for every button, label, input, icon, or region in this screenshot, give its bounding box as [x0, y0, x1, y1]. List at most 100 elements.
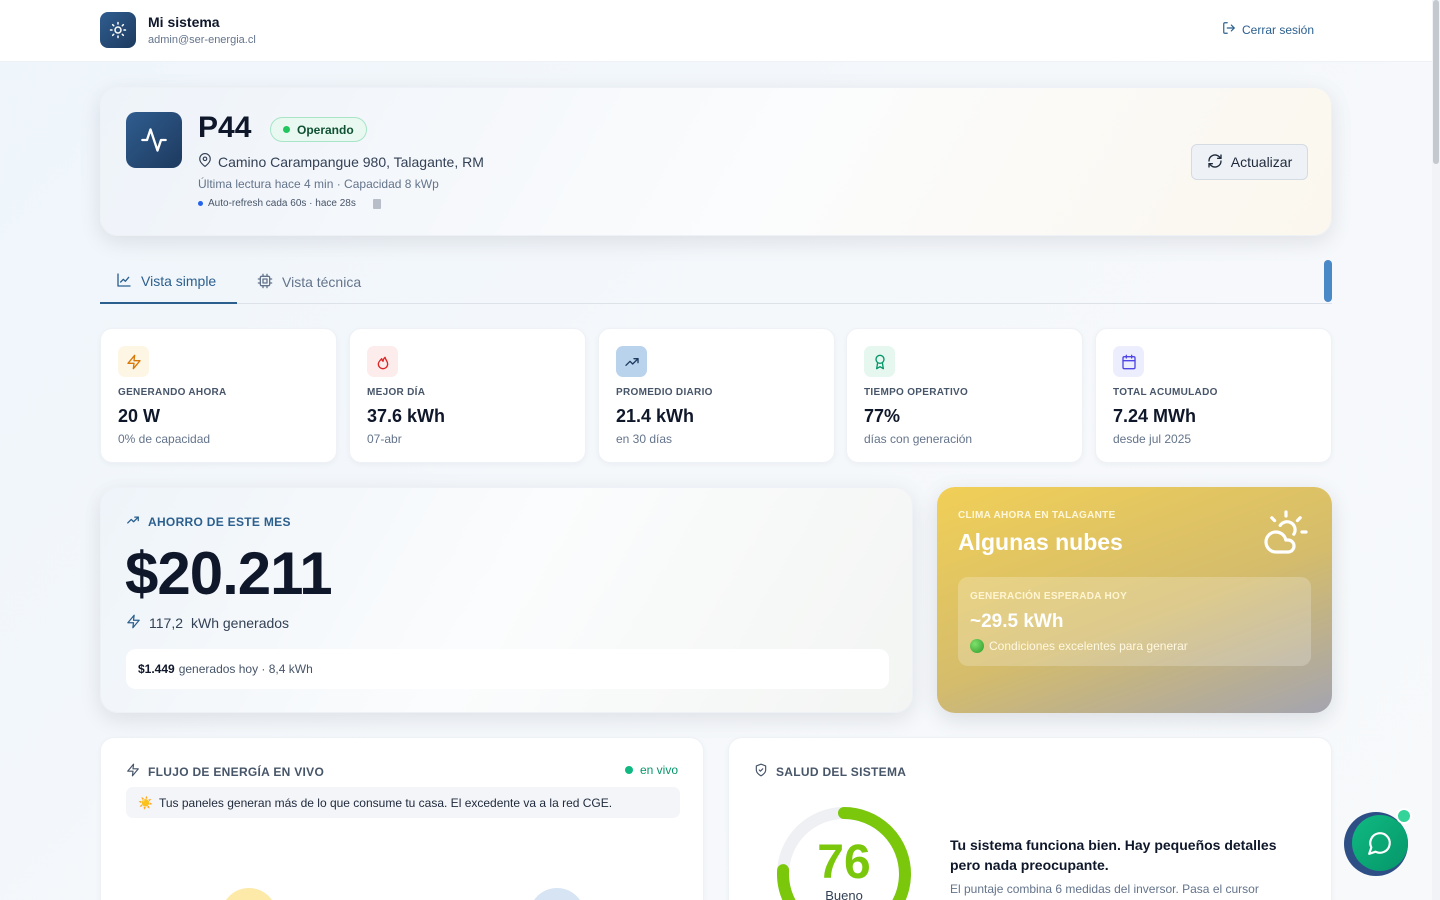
- top-bar: Mi sistema admin@ser-energia.cl Cerrar s…: [0, 0, 1432, 62]
- refresh-dot: [198, 201, 203, 206]
- expected-note: Condiciones excelentes para generar: [970, 639, 1188, 653]
- stat-value: 77%: [864, 406, 901, 426]
- health-description: El puntaje combina 6 medidas del inverso…: [950, 882, 1259, 896]
- pause-icon[interactable]: [372, 198, 381, 209]
- calendar-icon: [1113, 346, 1144, 377]
- savings-card: AHORRO DE ESTE MES $20.211 117,2 kWh gen…: [100, 487, 913, 713]
- savings-label-text: AHORRO DE ESTE MES: [148, 514, 291, 529]
- savings-today: $1.449 generados hoy · 8,4 kWh: [126, 649, 889, 689]
- zap-icon: [126, 763, 140, 780]
- live-dot: [625, 766, 633, 774]
- plant-name: P44: [198, 111, 252, 144]
- stat-card-uptime: TIEMPO OPERATIVO 77% días con generación: [846, 328, 1083, 463]
- chat-notification-dot: [1396, 808, 1412, 824]
- stat-sub: 07-abr: [367, 432, 402, 446]
- stat-value: 21.4 kWh: [616, 406, 695, 426]
- line-chart-icon: [116, 272, 132, 291]
- tabs-scroll-indicator[interactable]: [1324, 260, 1332, 302]
- zap-icon: [118, 346, 149, 377]
- stat-sub: desde jul 2025: [1113, 432, 1192, 446]
- flow-label: FLUJO DE ENERGÍA EN VIVO: [126, 763, 324, 780]
- shield-check-icon: [754, 763, 768, 780]
- flow-message: ☀️ Tus paneles generan más de lo que con…: [126, 787, 680, 818]
- stat-card-best-day: MEJOR DÍA 37.6 kWh 07-abr: [349, 328, 586, 463]
- health-score: 76: [817, 836, 871, 889]
- zap-icon: [126, 614, 141, 632]
- weather-label: CLIMA AHORA EN TALAGANTE: [958, 510, 1116, 521]
- map-pin-icon: [198, 153, 212, 170]
- tab-label: Vista técnica: [282, 274, 362, 290]
- system-health-card: SALUD DEL SISTEMA 76 Bueno Tu sistema fu…: [728, 737, 1332, 900]
- kwh-label: kWh generados: [191, 615, 290, 631]
- logout-icon: [1222, 21, 1236, 38]
- expected-label: GENERACIÓN ESPERADA HOY: [970, 591, 1128, 602]
- refresh-label: Actualizar: [1230, 154, 1293, 170]
- stat-label: PROMEDIO DIARIO: [616, 387, 713, 398]
- cloud-sun-icon: [1262, 508, 1310, 561]
- stat-value: 20 W: [118, 406, 161, 426]
- award-icon: [864, 346, 895, 377]
- stat-card-total: TOTAL ACUMULADO 7.24 MWh desde jul 2025: [1095, 328, 1332, 463]
- plant-meta: Última lectura hace 4 min · Capacidad 8 …: [198, 177, 439, 191]
- stat-label: MEJOR DÍA: [367, 387, 426, 398]
- stat-label: GENERANDO AHORA: [118, 387, 227, 398]
- weather-condition: Algunas nubes: [958, 529, 1123, 555]
- plant-address: Camino Carampangue 980, Talagante, RM: [198, 153, 484, 170]
- refresh-button[interactable]: Actualizar: [1191, 144, 1308, 180]
- today-text: generados hoy · 8,4 kWh: [178, 662, 313, 676]
- chat-bubble-icon: [1352, 815, 1408, 871]
- stat-card-daily-average: PROMEDIO DIARIO 21.4 kWh en 30 días: [598, 328, 835, 463]
- green-circle-icon: [970, 639, 984, 653]
- expected-note-text: Condiciones excelentes para generar: [989, 639, 1188, 653]
- stat-value: 7.24 MWh: [1113, 406, 1197, 426]
- stat-label: TIEMPO OPERATIVO: [864, 387, 969, 398]
- status-badge: Operando: [270, 117, 367, 142]
- flow-label-text: FLUJO DE ENERGÍA EN VIVO: [148, 764, 325, 779]
- energy-flow-card: FLUJO DE ENERGÍA EN VIVO en vivo ☀️ Tus …: [100, 737, 704, 900]
- address-text: Camino Carampangue 980, Talagante, RM: [218, 153, 484, 170]
- scrollbar-thumb[interactable]: [1433, 0, 1439, 164]
- view-tabs: Vista simple Vista técnica: [100, 260, 1332, 304]
- trending-up-icon: [126, 513, 140, 530]
- solar-node: [221, 888, 277, 900]
- status-label: Operando: [297, 122, 354, 137]
- refresh-icon: [1207, 153, 1223, 172]
- tab-label: Vista simple: [141, 273, 217, 289]
- savings-amount: $20.211: [125, 540, 333, 607]
- tab-vista-simple[interactable]: Vista simple: [100, 260, 237, 304]
- savings-kwh: 117,2 kWh generados: [126, 614, 289, 632]
- flame-icon: [367, 346, 398, 377]
- grid-node: [529, 888, 585, 900]
- live-label: en vivo: [640, 763, 679, 777]
- stat-value: 37.6 kWh: [367, 406, 446, 426]
- weather-card: CLIMA AHORA EN TALAGANTE Algunas nubes G…: [937, 487, 1332, 713]
- expected-generation-box: GENERACIÓN ESPERADA HOY ~29.5 kWh Condic…: [958, 577, 1311, 666]
- auto-refresh-info: Auto-refresh cada 60s · hace 28s: [198, 198, 381, 209]
- refresh-text: Auto-refresh cada 60s · hace 28s: [208, 198, 356, 209]
- tab-vista-tecnica[interactable]: Vista técnica: [257, 260, 361, 304]
- stat-card-generating-now: GENERANDO AHORA 20 W 0% de capacidad: [100, 328, 337, 463]
- stat-sub: en 30 días: [616, 432, 673, 446]
- health-label-text: SALUD DEL SISTEMA: [776, 764, 907, 779]
- flow-message-text: Tus paneles generan más de lo que consum…: [158, 795, 613, 810]
- status-dot: [283, 126, 290, 133]
- logout-button[interactable]: Cerrar sesión: [1222, 21, 1314, 38]
- cpu-icon: [257, 273, 273, 292]
- brand-title: Mi sistema: [148, 14, 220, 30]
- stat-sub: 0% de capacidad: [118, 432, 211, 446]
- stat-sub: días con generación: [864, 432, 973, 446]
- sun-icon: [100, 12, 136, 48]
- chat-button[interactable]: [1344, 808, 1412, 876]
- today-amount: $1.449: [138, 662, 175, 676]
- user-email: admin@ser-energia.cl: [148, 34, 256, 46]
- activity-pulse-icon: [126, 112, 182, 168]
- page-scrollbar[interactable]: [1432, 0, 1440, 900]
- trending-up-icon: [616, 346, 647, 377]
- savings-label: AHORRO DE ESTE MES: [126, 513, 291, 530]
- health-score-word: Bueno: [825, 888, 863, 900]
- live-indicator: en vivo: [625, 763, 678, 777]
- sun-emoji: ☀️: [138, 795, 153, 810]
- logout-label: Cerrar sesión: [1242, 22, 1315, 37]
- expected-value: ~29.5 kWh: [970, 611, 1064, 632]
- health-title: Tu sistema funciona bien. Hay pequeños d…: [950, 837, 1277, 873]
